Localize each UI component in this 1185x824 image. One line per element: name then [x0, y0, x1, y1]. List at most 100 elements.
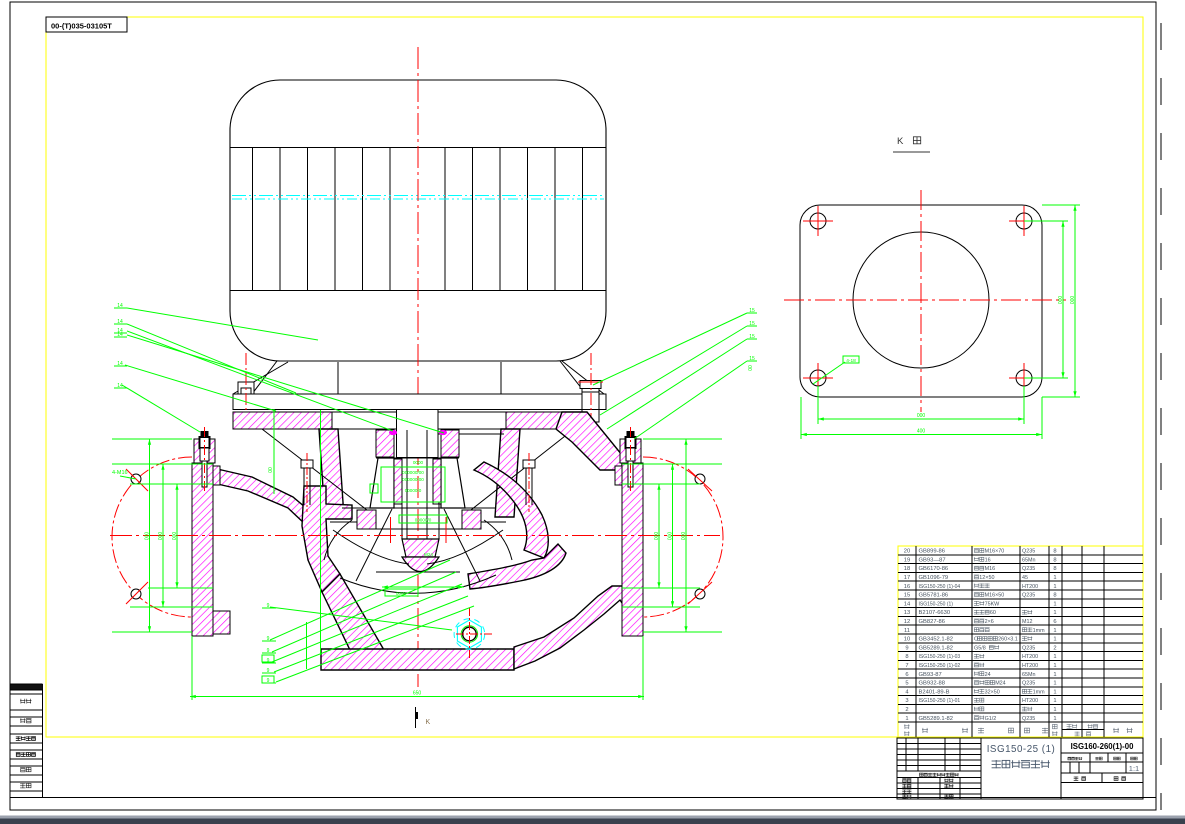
svg-text:Q235: Q235 [1022, 645, 1035, 651]
svg-text:GB5289.1-82: GB5289.1-82 [919, 645, 953, 651]
svg-text:GB932-88: GB932-88 [919, 681, 945, 687]
svg-text:8: 8 [1053, 593, 1056, 599]
svg-text:1mm: 1mm [1033, 689, 1045, 695]
svg-text:1mm: 1mm [1033, 628, 1045, 634]
svg-text:GB93-87: GB93-87 [919, 672, 942, 678]
svg-text:2×6: 2×6 [985, 619, 994, 625]
svg-text:M16: M16 [985, 566, 996, 572]
svg-text:00: 00 [748, 365, 754, 371]
svg-text:1: 1 [1053, 716, 1056, 722]
svg-text:13: 13 [904, 610, 910, 616]
svg-text:Q235: Q235 [1022, 716, 1035, 722]
svg-text:4-M16: 4-M16 [112, 470, 128, 476]
svg-text:32×50: 32×50 [985, 689, 1000, 695]
svg-text:000: 000 [172, 532, 178, 541]
svg-text:000: 000 [654, 532, 660, 541]
svg-text:B2401-89-B: B2401-89-B [919, 689, 950, 695]
svg-text:4-18: 4-18 [846, 358, 856, 364]
svg-text:Q235: Q235 [1022, 681, 1035, 687]
svg-text:GB899-86: GB899-86 [919, 549, 945, 555]
svg-text:M16×70: M16×70 [985, 549, 1005, 555]
svg-text:8: 8 [1053, 557, 1056, 563]
svg-text:65Mn: 65Mn [1022, 672, 1036, 678]
svg-text:75KW: 75KW [985, 601, 1001, 607]
svg-text:K: K [897, 136, 904, 147]
svg-text:GB6170-86: GB6170-86 [919, 566, 949, 572]
svg-text:1: 1 [1053, 584, 1056, 590]
svg-text:GB3452.1-82: GB3452.1-82 [919, 637, 953, 643]
svg-text:GB93—87: GB93—87 [919, 557, 946, 563]
svg-text:8: 8 [1053, 549, 1056, 555]
svg-text:18: 18 [904, 566, 910, 572]
svg-text:6: 6 [905, 672, 908, 678]
svg-text:000: 000 [1070, 296, 1076, 305]
svg-text:K: K [426, 719, 431, 726]
svg-text:ISG150-250 (1)-04: ISG150-250 (1)-04 [919, 584, 961, 590]
svg-text:GB827-86: GB827-86 [919, 619, 945, 625]
svg-text:11: 11 [904, 628, 910, 634]
svg-text:GB5781-86: GB5781-86 [919, 593, 949, 599]
svg-text:1: 1 [1053, 689, 1056, 695]
svg-text:60: 60 [990, 610, 996, 616]
svg-text:15: 15 [749, 334, 755, 340]
svg-text:15: 15 [749, 308, 755, 314]
svg-text:000: 000 [917, 413, 926, 419]
svg-text:ISG150-250 (1): ISG150-250 (1) [919, 601, 954, 607]
svg-text:000: 000 [1058, 296, 1064, 305]
svg-text:650: 650 [413, 691, 422, 697]
svg-text:15: 15 [904, 593, 910, 599]
svg-text:000: 000 [158, 532, 164, 541]
svg-text:M24: M24 [995, 681, 1006, 687]
svg-text:M12: M12 [1022, 619, 1033, 625]
svg-text:000000/00: 000000/00 [402, 470, 424, 475]
svg-text:1: 1 [1053, 698, 1056, 704]
svg-text:ISG150-25 (1): ISG150-25 (1) [987, 744, 1056, 755]
svg-text:0000: 0000 [396, 591, 407, 596]
svg-text:16: 16 [985, 557, 991, 563]
svg-text:16: 16 [904, 584, 910, 590]
svg-text:Q235: Q235 [1022, 549, 1035, 555]
svg-text:24: 24 [985, 672, 991, 678]
svg-text:M24: M24 [424, 552, 433, 557]
svg-text:1: 1 [1053, 610, 1056, 616]
svg-text:1: 1 [1053, 663, 1056, 669]
svg-text:00000/0: 00000/0 [405, 488, 422, 493]
svg-text:1: 1 [1053, 637, 1056, 643]
svg-text:000: 000 [668, 532, 674, 541]
svg-text:12: 12 [904, 619, 910, 625]
svg-text:1: 1 [1053, 601, 1056, 607]
svg-text:2: 2 [1053, 645, 1056, 651]
svg-text:00: 00 [268, 467, 274, 473]
svg-text:GB1096-79: GB1096-79 [919, 575, 949, 581]
svg-text:ISG150-250 (1)-02: ISG150-250 (1)-02 [919, 663, 961, 669]
svg-text:G1/2: G1/2 [985, 716, 997, 722]
svg-text:0000: 0000 [413, 460, 424, 465]
svg-text:00000/0: 00000/0 [415, 518, 432, 523]
svg-text:ISG150-250 (1)-01: ISG150-250 (1)-01 [919, 698, 961, 704]
svg-text:000000/00: 000000/00 [402, 477, 424, 482]
svg-text:8: 8 [905, 654, 908, 660]
svg-text:000: 000 [145, 532, 151, 541]
svg-text:1: 1 [905, 716, 908, 722]
svg-text:1: 1 [1053, 672, 1056, 678]
svg-text:19: 19 [904, 557, 910, 563]
svg-text:G5/8: G5/8 [974, 645, 986, 651]
svg-text:7: 7 [905, 663, 908, 669]
svg-text:17: 17 [904, 575, 910, 581]
svg-text:B2107-6630: B2107-6630 [919, 610, 951, 616]
svg-text:1: 1 [1053, 654, 1056, 660]
svg-text:260×3.1: 260×3.1 [998, 637, 1018, 643]
svg-text:ISG160-260(1)-00: ISG160-260(1)-00 [1071, 742, 1135, 751]
svg-text:8: 8 [1053, 566, 1056, 572]
svg-text:HT200: HT200 [1022, 654, 1038, 660]
svg-text:HT200: HT200 [1022, 698, 1038, 704]
svg-text:1: 1 [1053, 707, 1056, 713]
svg-text:5: 5 [905, 681, 908, 687]
svg-text:000: 000 [681, 532, 687, 541]
svg-text:12×50: 12×50 [979, 575, 994, 581]
svg-text:HT200: HT200 [1022, 663, 1038, 669]
svg-text:400: 400 [917, 429, 926, 435]
svg-text:M16×50: M16×50 [985, 593, 1005, 599]
svg-text:3: 3 [905, 698, 908, 704]
svg-text:Q235: Q235 [1022, 566, 1035, 572]
